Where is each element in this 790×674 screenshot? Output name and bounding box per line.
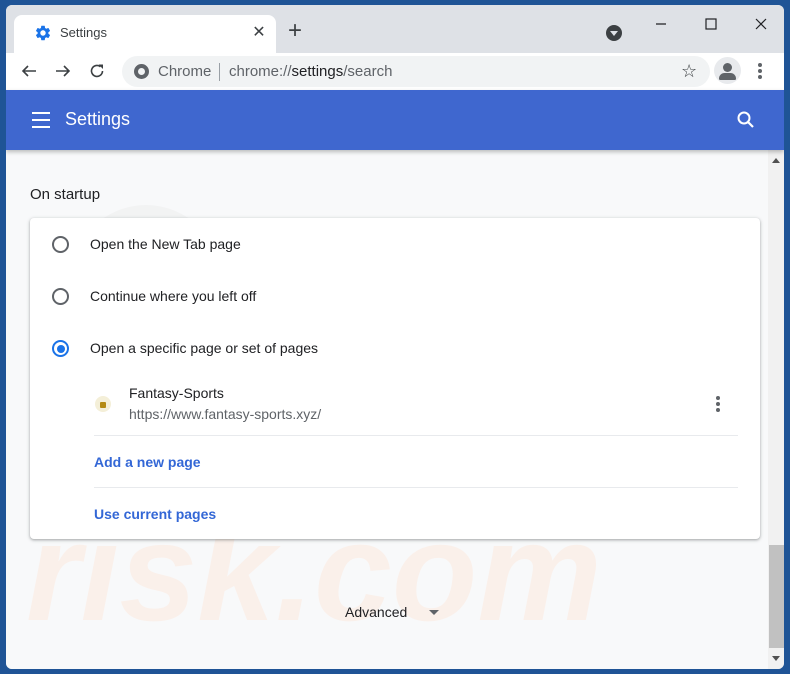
- arrow-left-icon: [21, 65, 36, 77]
- close-icon: [755, 18, 767, 30]
- use-current-pages-button[interactable]: Use current pages: [94, 506, 216, 522]
- settings-content: risk.com On startup Open the New Tab pag…: [6, 150, 768, 669]
- site-chip: Chrome: [158, 63, 212, 80]
- browser-toolbar: Chrome chrome://settings/search ☆: [6, 53, 784, 90]
- section-title: On startup: [30, 186, 101, 203]
- gear-icon: [35, 25, 51, 41]
- radio-open-new-tab[interactable]: Open the New Tab page: [30, 220, 760, 268]
- url-path: /search: [343, 63, 393, 80]
- radio-label: Continue where you left off: [90, 288, 257, 304]
- tab-settings[interactable]: Settings ✕: [14, 15, 276, 55]
- maximize-button[interactable]: [688, 9, 734, 39]
- page-name: Fantasy-Sports: [129, 385, 224, 401]
- person-icon-body: [719, 73, 736, 80]
- reload-icon: [90, 64, 104, 78]
- scrollbar[interactable]: [768, 150, 784, 669]
- startup-page-entry: Fantasy-Sports https://www.fantasy-sport…: [94, 378, 738, 436]
- maximize-icon: [705, 18, 717, 30]
- arrow-right-icon: [56, 65, 71, 77]
- scroll-down-arrow-icon[interactable]: [772, 656, 780, 661]
- chrome-icon: [134, 64, 149, 79]
- url-text[interactable]: chrome://settings/search: [229, 63, 392, 80]
- profile-avatar[interactable]: [714, 57, 741, 84]
- scroll-up-arrow-icon[interactable]: [772, 158, 780, 163]
- divider: [94, 435, 738, 436]
- url-host: settings: [291, 63, 344, 80]
- forward-button[interactable]: [49, 57, 77, 85]
- bookmark-star-icon[interactable]: ☆: [681, 61, 697, 82]
- more-actions-icon[interactable]: [712, 394, 724, 416]
- divider: [94, 487, 738, 488]
- site-favicon-icon: [95, 396, 111, 412]
- radio-button-checked[interactable]: [52, 340, 69, 357]
- advanced-button[interactable]: Advanced: [345, 604, 407, 620]
- tab-strip: Settings ✕ +: [6, 5, 784, 55]
- tab-title: Settings: [60, 25, 107, 40]
- radio-label: Open a specific page or set of pages: [90, 340, 319, 356]
- chevron-down-icon[interactable]: [429, 610, 439, 615]
- radio-button[interactable]: [52, 288, 69, 305]
- chrome-menu-button[interactable]: [752, 61, 768, 83]
- omnibox-separator: [219, 63, 220, 81]
- radio-button[interactable]: [52, 236, 69, 253]
- page-title: Settings: [65, 109, 131, 129]
- back-button[interactable]: [15, 57, 43, 85]
- radio-specific-pages[interactable]: Open a specific page or set of pages: [30, 324, 760, 372]
- minimize-button[interactable]: [638, 9, 684, 39]
- search-icon[interactable]: [734, 108, 758, 132]
- radio-label: Open the New Tab page: [90, 236, 241, 252]
- address-bar[interactable]: Chrome chrome://settings/search ☆: [122, 56, 710, 87]
- new-tab-button[interactable]: +: [284, 19, 306, 43]
- add-new-page-button[interactable]: Add a new page: [94, 454, 201, 470]
- page-url: https://www.fantasy-sports.xyz/: [129, 406, 322, 422]
- person-icon: [723, 63, 732, 72]
- reload-button[interactable]: [83, 57, 111, 85]
- close-window-button[interactable]: [738, 9, 784, 39]
- url-prefix: chrome://: [229, 63, 292, 80]
- hamburger-menu-icon[interactable]: [32, 112, 50, 128]
- magnifier-glyph: [737, 111, 754, 128]
- media-control-icon[interactable]: [606, 25, 622, 41]
- scrollbar-thumb[interactable]: [769, 545, 784, 648]
- settings-header: Settings: [6, 90, 784, 150]
- minimize-icon: [656, 23, 666, 25]
- close-tab-icon[interactable]: ✕: [248, 21, 270, 43]
- browser-window: Settings ✕ + Chrome chrome://settings/se…: [6, 5, 784, 669]
- startup-card: Open the New Tab page Continue where you…: [30, 218, 760, 539]
- radio-continue[interactable]: Continue where you left off: [30, 272, 760, 320]
